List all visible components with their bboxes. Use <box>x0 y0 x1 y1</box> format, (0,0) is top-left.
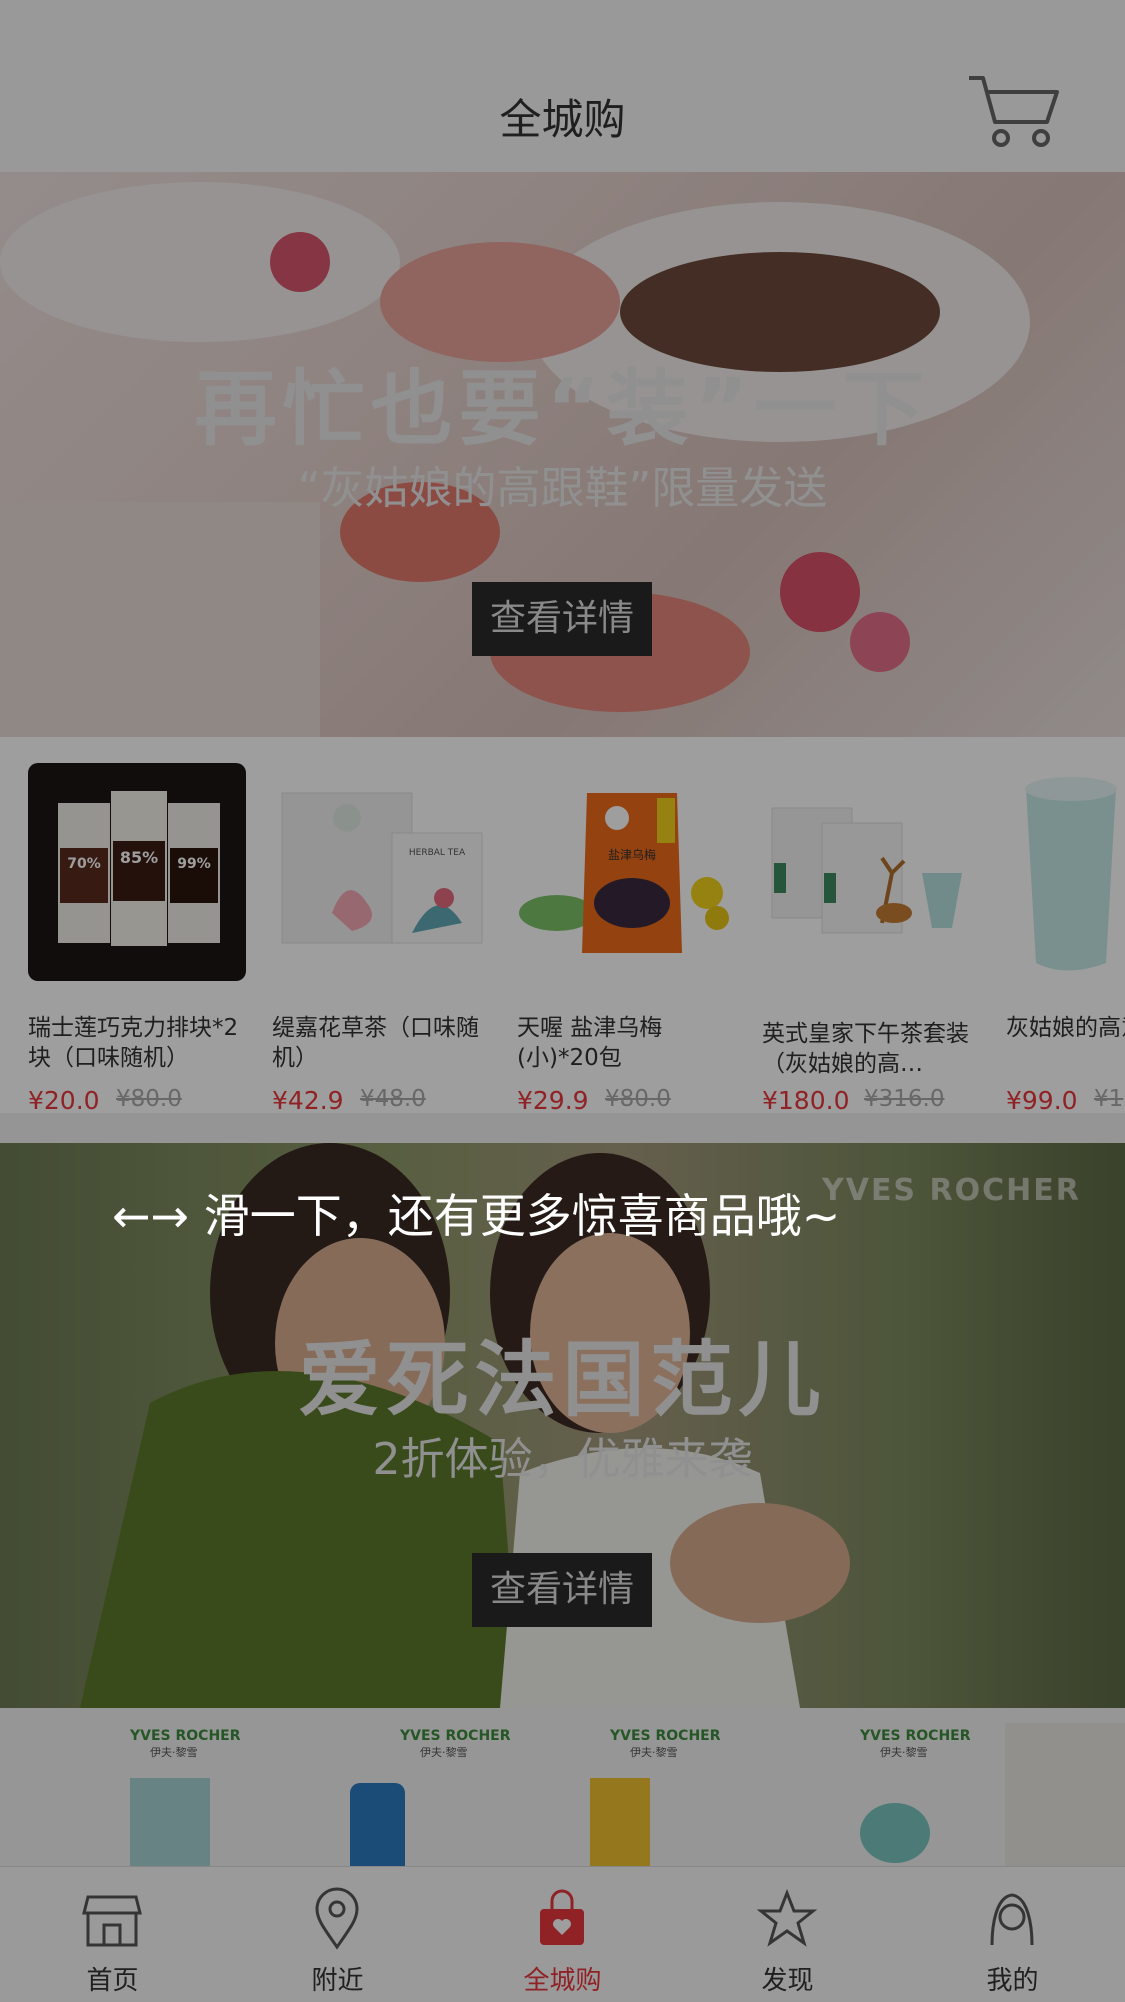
tab-label: 发现 <box>761 1966 814 1996</box>
tab-label: 我的 <box>986 1966 1039 1996</box>
swipe-hint: ←→ 滑一下，还有更多惊喜商品哦~ <box>112 1189 841 1243</box>
star-icon <box>756 1888 818 1947</box>
tab-profile[interactable]: 我的 <box>900 1867 1125 2002</box>
tab-discover[interactable]: 发现 <box>675 1867 900 2002</box>
location-pin-icon <box>315 1887 359 1950</box>
tutorial-overlay[interactable] <box>0 0 1125 2001</box>
tab-label: 全城购 <box>523 1966 602 1996</box>
bottom-tab-bar: 首页 附近 全城购 发现 我的 <box>0 1866 1125 2002</box>
tab-nearby[interactable]: 附近 <box>225 1867 450 2002</box>
tab-label: 附近 <box>311 1966 364 1996</box>
tab-label: 首页 <box>86 1966 139 1996</box>
tab-citywide[interactable]: 全城购 <box>450 1867 675 2002</box>
shopping-bag-icon <box>540 1889 584 1945</box>
profile-icon <box>990 1893 1034 1946</box>
tab-home[interactable]: 首页 <box>0 1867 225 2002</box>
shop-icon <box>82 1895 142 1947</box>
